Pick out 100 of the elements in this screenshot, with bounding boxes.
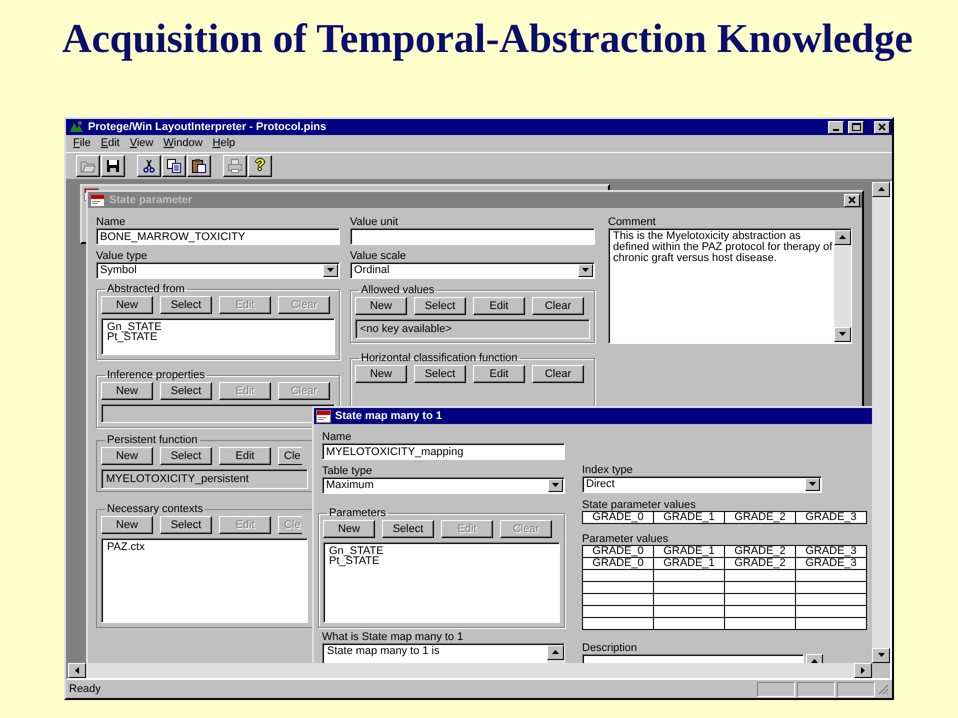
- status-panel: [797, 682, 835, 696]
- table-cell: GRADE_3: [796, 558, 867, 570]
- menu-item[interactable]: Help: [208, 137, 240, 150]
- empty-cell: [725, 594, 796, 606]
- list-box[interactable]: PAZ.ctx: [101, 538, 308, 623]
- edit-button[interactable]: Edit: [473, 365, 525, 383]
- select-button[interactable]: Select: [414, 297, 466, 315]
- resize-grip-icon: [877, 683, 889, 695]
- close-icon: [878, 123, 886, 131]
- vertical-scrollbar[interactable]: [872, 182, 890, 663]
- select-button[interactable]: Select: [414, 365, 466, 383]
- status-panel: [757, 682, 795, 696]
- close-icon: [848, 196, 856, 204]
- list-item[interactable]: Pt_STATE: [107, 332, 329, 342]
- field-label: Value scale: [350, 251, 408, 262]
- arrow-up-icon: [551, 648, 560, 657]
- scroll-up-button[interactable]: [547, 645, 564, 660]
- new-button[interactable]: New: [101, 296, 153, 314]
- menu-item[interactable]: Edit: [96, 137, 125, 150]
- table-cell: GRADE_0: [583, 558, 654, 570]
- dropdown-button[interactable]: [578, 264, 593, 277]
- new-button[interactable]: New: [355, 365, 407, 383]
- window-title: State map many to 1: [335, 410, 442, 422]
- menu-item[interactable]: Window: [158, 137, 208, 150]
- new-button[interactable]: New: [323, 520, 375, 538]
- app-icon: [68, 120, 84, 134]
- clear-button[interactable]: Cle: [278, 447, 302, 465]
- list-box[interactable]: Gn_STATE Pt_STATE: [323, 542, 560, 623]
- field-label: Parameter values: [582, 534, 670, 545]
- name-field[interactable]: BONE_MARROW_TOXICITY: [96, 228, 340, 245]
- scroll-up-button[interactable]: [834, 230, 851, 245]
- list-item[interactable]: PAZ.ctx: [107, 542, 302, 552]
- edit-button[interactable]: Edit: [219, 447, 271, 465]
- field-label: Name: [322, 432, 352, 443]
- scroll-left-button[interactable]: [68, 663, 86, 678]
- select-button[interactable]: Select: [160, 382, 212, 400]
- group-title: Allowed values: [360, 285, 436, 296]
- table-cell: GRADE_1: [654, 558, 725, 570]
- select-button[interactable]: Select: [160, 296, 212, 314]
- select-button[interactable]: Select: [160, 447, 212, 465]
- paste-button[interactable]: [187, 155, 211, 177]
- empty-cell: [725, 570, 796, 582]
- description-text-field[interactable]: State map many to 1 is: [322, 643, 565, 663]
- scroll-down-button[interactable]: [834, 327, 851, 342]
- table-cell: GRADE_2: [725, 546, 796, 558]
- save-button[interactable]: [101, 155, 125, 177]
- empty-cell: [725, 582, 796, 594]
- index-type-dropdown[interactable]: Direct: [582, 476, 822, 493]
- new-button[interactable]: New: [101, 516, 153, 534]
- new-button[interactable]: New: [355, 297, 407, 315]
- group-title: Abstracted from: [106, 284, 186, 295]
- slide-title: Acquisition of Temporal-Abstraction Knowledge: [61, 14, 914, 63]
- dropdown-button[interactable]: [323, 264, 338, 277]
- select-button[interactable]: Select: [382, 520, 434, 538]
- scroll-down-button[interactable]: [872, 648, 890, 663]
- arrow-right-icon: [858, 666, 868, 675]
- menu-item[interactable]: View: [124, 137, 158, 150]
- table-cell: GRADE_3: [796, 546, 867, 558]
- table-type-dropdown[interactable]: Maximum: [322, 477, 565, 494]
- status-panel: [837, 682, 875, 696]
- close-button[interactable]: [874, 120, 890, 134]
- status-text: Ready: [69, 682, 102, 696]
- dropdown-button[interactable]: [805, 478, 820, 491]
- window-title: Protege/Win LayoutInterpreter - Protocol.pins: [88, 120, 326, 134]
- value-type-dropdown[interactable]: Symbol: [96, 262, 340, 279]
- value-unit-field[interactable]: [350, 228, 595, 245]
- list-box[interactable]: Gn_STATE Pt_STATE: [101, 318, 335, 355]
- close-button[interactable]: [844, 194, 860, 206]
- value-scale-dropdown[interactable]: Ordinal: [350, 262, 595, 279]
- maximize-icon: [852, 123, 860, 131]
- horizontal-scrollbar[interactable]: [68, 663, 890, 678]
- maximize-button[interactable]: [848, 120, 864, 134]
- copy-button[interactable]: [162, 155, 186, 177]
- edit-button[interactable]: Edit: [473, 297, 525, 315]
- clear-button[interactable]: Clear: [532, 297, 584, 315]
- clear-button[interactable]: Clear: [532, 365, 584, 383]
- new-button[interactable]: New: [101, 447, 153, 465]
- table-cell: GRADE_3: [796, 512, 867, 524]
- name-field[interactable]: MYELOTOXICITY_mapping: [322, 443, 565, 460]
- arrow-up-icon: [838, 233, 847, 242]
- list-item[interactable]: Gn_STATE: [329, 546, 554, 556]
- cut-button[interactable]: [137, 155, 161, 177]
- comment-field[interactable]: This is the Myelotoxicity abstraction as defined within the PAZ protocol for therapy of chronic graft versus host disease.: [608, 228, 852, 344]
- menu-item[interactable]: File: [68, 137, 96, 150]
- list-item[interactable]: Pt_STATE: [329, 556, 554, 566]
- scroll-up-button[interactable]: [872, 182, 890, 197]
- copy-icon: [166, 158, 182, 174]
- list-item[interactable]: Gn_STATE: [107, 322, 329, 332]
- window-icon: [316, 410, 331, 422]
- scroll-right-button[interactable]: [854, 663, 872, 678]
- table-cell: GRADE_0: [583, 512, 654, 524]
- minimize-icon: [833, 128, 839, 130]
- select-button[interactable]: Select: [160, 516, 212, 534]
- dropdown-button[interactable]: [548, 479, 563, 492]
- minimize-button[interactable]: [828, 120, 844, 134]
- table-cell: GRADE_2: [725, 512, 796, 524]
- new-button[interactable]: New: [101, 382, 153, 400]
- table-cell: GRADE_0: [583, 546, 654, 558]
- arrow-up-icon: [876, 185, 886, 194]
- field-label: Description: [582, 643, 638, 654]
